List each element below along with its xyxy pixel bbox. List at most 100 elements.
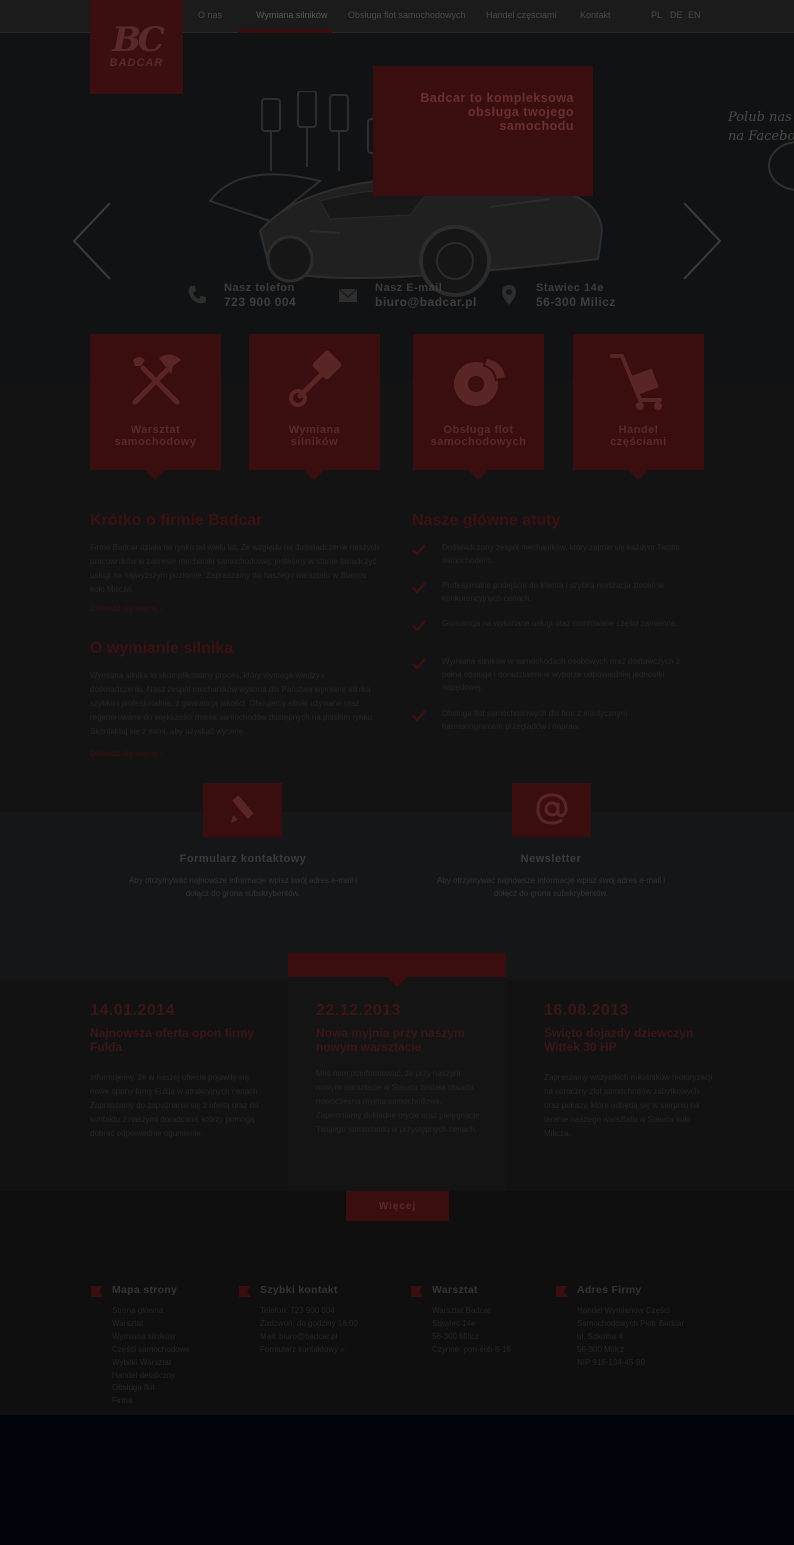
footer-text: Czynne: pon-sob 8-16 (432, 1344, 511, 1354)
footer-text: Handel Wymianów Części Samochodowych Pio… (577, 1306, 685, 1328)
check-icon (412, 582, 426, 594)
flag-icon (239, 1286, 251, 1297)
contact-address[interactable]: Stawiec 14e 56-300 Milicz (498, 282, 638, 312)
service-tile-label: Warsztat samochodowy (114, 424, 197, 448)
footer-text: 56-300 Milicz (432, 1331, 480, 1341)
newsletter-text: Aby otrzymywać najnowsze informacje wpis… (436, 876, 666, 898)
news-title[interactable]: Nowa myjnia przy naszym nowym warsztacie (316, 1026, 496, 1054)
engine-text: Wymiana silnika to skomplikowany proces,… (90, 671, 375, 736)
footer-link: Telefon: 723 900 004 (260, 1306, 335, 1315)
service-tile-fleet[interactable]: Obsługa flot samochodowych (413, 334, 544, 480)
service-tile-workshop[interactable]: Warsztat samochodowy (90, 334, 221, 480)
newsletter-title[interactable]: Newsletter (431, 853, 671, 865)
pencil-icon (231, 795, 254, 823)
news-title[interactable]: Święto dojazdy dziewczyn Wittek 30 HP (544, 1026, 724, 1054)
contact-phone-value: 723 900 004 (224, 295, 297, 309)
footer-links: Strona główna Warsztat Wymiana silników … (112, 1305, 190, 1408)
contact-address-label: Stawiec 14e (536, 282, 604, 294)
piston-icon (289, 350, 342, 407)
footer-links: Telefon: 723 900 004 Zadzwoń: do godziny… (260, 1305, 358, 1357)
about-more-link[interactable]: Dowiedz się więcej » (90, 604, 164, 613)
language-de[interactable]: DE (670, 10, 683, 20)
service-tile-label: Wymiana silników (288, 424, 341, 448)
footer-text: 56-300 Milicz (577, 1344, 625, 1354)
hero-headline: Badcar to kompleksowa obsługa twojego sa… (420, 91, 574, 133)
news-date: 14.01.2014 (90, 1002, 176, 1019)
news-date: 16.08.2013 (544, 1002, 630, 1019)
footer-text: NIP 916-134-45-90 (577, 1357, 645, 1367)
footer-heading: Szybki kontakt (260, 1284, 338, 1296)
language-en[interactable]: EN (688, 10, 701, 20)
service-tile-parts[interactable]: Handel częściami (573, 334, 704, 480)
contact-email[interactable]: Nasz E-mail biuro@badcar.pl (337, 282, 487, 312)
more-news-button[interactable]: Więcej (346, 1191, 449, 1221)
footer-link[interactable]: Wybitki Warsztat (112, 1357, 190, 1370)
footer-link[interactable]: Części samochodowe (112, 1344, 190, 1357)
language-pl[interactable]: PL (651, 10, 662, 20)
service-tile-label: Obsługa flot samochodowych (430, 424, 527, 448)
footer-heading: Mapa strony (112, 1284, 178, 1296)
engine-more-link[interactable]: Dowiedz się więcej » (90, 749, 164, 758)
page: O nas Wymiana silników Obsługa flot samo… (0, 0, 794, 1545)
advantage-item: Gwarancja na wykonane usługi oraz montow… (442, 619, 678, 628)
map-pin-icon (502, 285, 516, 305)
check-icon (412, 620, 426, 632)
footer-heading: Adres Firmy (577, 1284, 642, 1296)
footer-links: Handel Wymianów Części Samochodowych Pio… (577, 1305, 727, 1370)
footer-link[interactable]: Firma (112, 1395, 190, 1408)
footer-link[interactable]: Obsługa flot (112, 1382, 190, 1395)
nav-item-fleet[interactable]: Obsługa flot samochodowych (348, 10, 466, 20)
brake-disc-icon (454, 356, 508, 406)
footer-text: Warsztat Badcar (432, 1306, 491, 1315)
advantages-title: Nasze główne atuty (412, 512, 561, 529)
footer-link[interactable]: Formularz kontaktowy » (260, 1344, 358, 1357)
advantage-item: Profesjonalne podejście do klienta i szy… (442, 581, 664, 603)
nav-item-about[interactable]: O nas (198, 10, 222, 20)
news-date: 22.12.2013 (316, 1002, 402, 1019)
footer-link[interactable]: Wymiana silników (112, 1331, 190, 1344)
page-bottom (0, 1415, 794, 1545)
parts-cart-icon (610, 354, 662, 410)
footer-link[interactable]: Mail: biuro@badcar.pl (260, 1331, 358, 1344)
flag-icon (556, 1286, 568, 1297)
slider-prev-arrow[interactable] (72, 201, 112, 281)
contact-form-tab[interactable] (203, 783, 282, 837)
service-tile-engine[interactable]: Wymiana silników (249, 334, 380, 480)
footer-heading: Warsztat (432, 1284, 478, 1296)
mail-icon (338, 288, 358, 302)
facebook-badge[interactable] (768, 141, 794, 191)
nav-item-parts[interactable]: Handel częściami (486, 10, 557, 20)
contact-address-value: 56-300 Milicz (536, 295, 616, 309)
tile-pointer (145, 470, 165, 480)
news-title[interactable]: Najnowsza oferta opon firmy Fulda (90, 1026, 270, 1054)
footer-text: Stawiec 14e (432, 1318, 476, 1328)
news-text: Zapraszamy wszystkich miłośników motoryz… (544, 1073, 713, 1138)
footer-link[interactable]: Strona główna (112, 1305, 190, 1318)
contact-form-title[interactable]: Formularz kontaktowy (123, 853, 363, 865)
phone-icon (188, 286, 206, 304)
tile-pointer (468, 470, 488, 480)
nav-item-contact[interactable]: Kontakt (580, 10, 611, 20)
tools-icon (132, 354, 181, 405)
news-featured-pointer (387, 977, 407, 987)
logo-text: BADCAR (109, 57, 164, 69)
footer-text: ul. Szkolna 4 (577, 1331, 623, 1341)
contact-email-label: Nasz E-mail (375, 282, 443, 294)
newsletter-tab[interactable] (512, 783, 591, 837)
contact-phone-label: Nasz telefon (224, 282, 295, 294)
nav-item-engine[interactable]: Wymiana silników (256, 10, 327, 20)
facebook-like-text[interactable]: Polub nas na Facebook (728, 108, 794, 146)
service-tile-label: Handel częściami (610, 424, 667, 448)
engine-title: O wymianie silnika (90, 640, 234, 657)
footer-link[interactable]: Handel detaliczny (112, 1370, 190, 1383)
news-text: Informujemy, że w naszej ofercie pojawił… (90, 1073, 260, 1138)
contact-phone[interactable]: Nasz telefon 723 900 004 (186, 282, 326, 312)
tile-pointer (304, 470, 324, 480)
check-icon (412, 544, 426, 556)
slider-next-arrow[interactable] (682, 201, 722, 281)
news-featured-header (288, 953, 506, 977)
check-icon (412, 710, 426, 722)
flag-icon (411, 1286, 423, 1297)
footer-link[interactable]: Warsztat (112, 1318, 190, 1331)
logo[interactable]: BC BADCAR (90, 0, 183, 94)
